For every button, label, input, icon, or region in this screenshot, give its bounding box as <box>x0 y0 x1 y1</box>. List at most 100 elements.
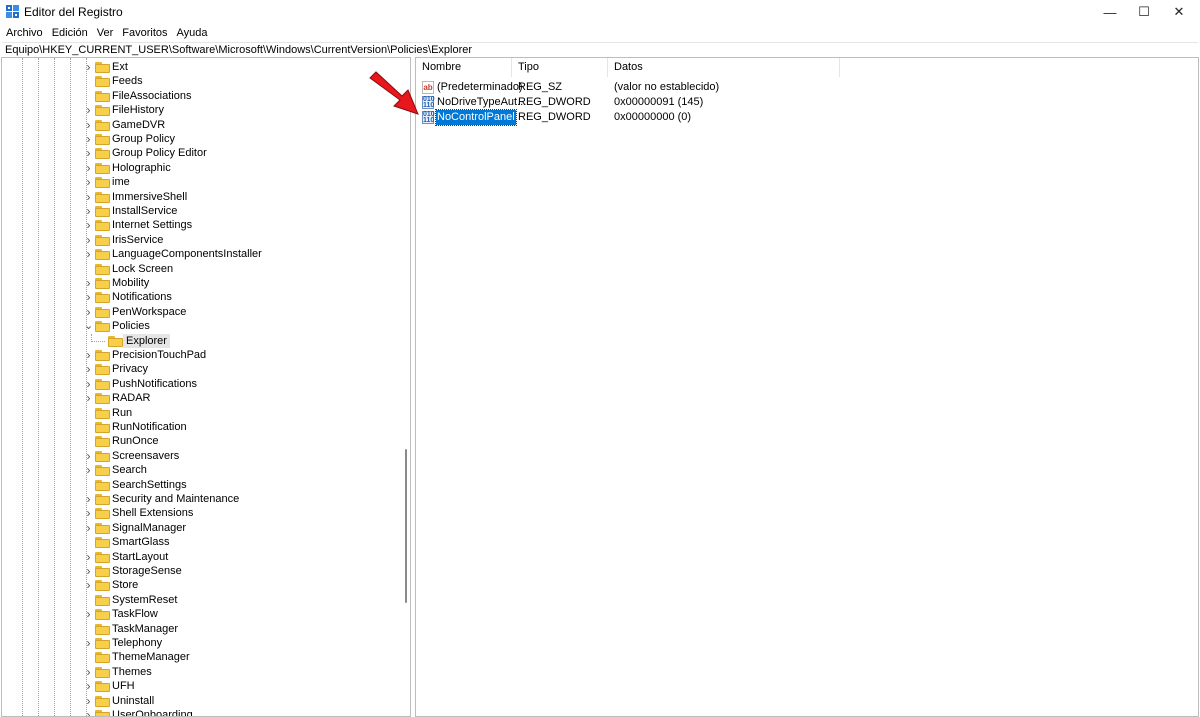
tree-item[interactable]: › IrisService <box>2 233 397 247</box>
tree-item-label: GameDVR <box>112 118 166 131</box>
tree-item[interactable]: › ime <box>2 175 397 189</box>
chevron-right-icon[interactable]: › <box>84 607 93 621</box>
chevron-right-icon[interactable]: › <box>84 175 93 189</box>
tree-item[interactable]: TaskManager <box>2 622 397 636</box>
menu-ayuda[interactable]: Ayuda <box>177 27 208 39</box>
chevron-right-icon[interactable]: › <box>84 290 93 304</box>
chevron-right-icon[interactable]: › <box>84 118 93 132</box>
tree-item[interactable]: SearchSettings <box>2 478 397 492</box>
tree-item[interactable]: › Privacy <box>2 362 397 376</box>
chevron-right-icon[interactable]: › <box>84 190 93 204</box>
chevron-right-icon[interactable]: › <box>84 247 93 261</box>
chevron-right-icon[interactable]: › <box>84 694 93 708</box>
value-row[interactable]: 010 110 NoDriveTypeAut... REG_DWORD 0x00… <box>416 95 916 110</box>
values-list-pane[interactable]: Nombre Tipo Datos ab (Predeterminado) RE… <box>415 57 1199 717</box>
tree-item[interactable]: SystemReset <box>2 593 397 607</box>
tree-item[interactable]: › Group Policy Editor <box>2 146 397 160</box>
tree-item[interactable]: › PushNotifications <box>2 377 397 391</box>
close-button[interactable]: ✕ <box>1157 0 1200 24</box>
tree-item[interactable]: › Store <box>2 578 397 592</box>
tree-item[interactable]: › Mobility <box>2 276 397 290</box>
chevron-right-icon[interactable]: › <box>84 377 93 391</box>
column-header-datos[interactable]: Datos <box>608 58 840 77</box>
tree-item[interactable]: SmartGlass <box>2 535 397 549</box>
tree-item[interactable]: › Telephony <box>2 636 397 650</box>
tree-item[interactable]: › Uninstall <box>2 694 397 708</box>
chevron-right-icon[interactable]: › <box>84 463 93 477</box>
tree-item[interactable]: › Screensavers <box>2 449 397 463</box>
tree-item[interactable]: FileAssociations <box>2 89 397 103</box>
tree-item[interactable]: › ImmersiveShell <box>2 190 397 204</box>
chevron-right-icon[interactable]: › <box>84 708 93 716</box>
tree-item[interactable]: › RADAR <box>2 391 397 405</box>
chevron-right-icon[interactable]: › <box>84 449 93 463</box>
tree-item[interactable]: › Security and Maintenance <box>2 492 397 506</box>
tree-item[interactable]: RunOnce <box>2 434 397 448</box>
tree-item[interactable]: › GameDVR <box>2 118 397 132</box>
tree-item[interactable]: ⌄ Policies <box>2 319 397 333</box>
tree-item[interactable]: › UFH <box>2 679 397 693</box>
chevron-right-icon[interactable]: › <box>84 679 93 693</box>
tree-item[interactable]: › UserOnboarding <box>2 708 397 716</box>
chevron-right-icon[interactable]: › <box>84 550 93 564</box>
chevron-right-icon[interactable]: › <box>84 276 93 290</box>
address-bar[interactable]: Equipo\HKEY_CURRENT_USER\Software\Micros… <box>2 42 1198 56</box>
tree-item[interactable]: › StorageSense <box>2 564 397 578</box>
tree-item[interactable]: ThemeManager <box>2 650 397 664</box>
chevron-right-icon[interactable]: › <box>84 521 93 535</box>
folder-icon <box>95 436 110 448</box>
tree-item[interactable]: › Internet Settings <box>2 218 397 232</box>
tree-item[interactable]: RunNotification <box>2 420 397 434</box>
chevron-right-icon[interactable]: › <box>84 233 93 247</box>
chevron-right-icon[interactable]: › <box>84 146 93 160</box>
menu-favoritos[interactable]: Favoritos <box>122 27 167 39</box>
menu-edicion[interactable]: Edición <box>52 27 88 39</box>
folder-icon <box>95 594 110 606</box>
chevron-right-icon[interactable]: › <box>84 218 93 232</box>
chevron-right-icon[interactable]: › <box>84 636 93 650</box>
tree-item[interactable]: Run <box>2 406 397 420</box>
tree-item[interactable]: › Holographic <box>2 161 397 175</box>
tree-item-selected[interactable]: Explorer <box>2 333 397 348</box>
tree-item[interactable]: › SignalManager <box>2 521 397 535</box>
tree-item[interactable]: › Ext <box>2 60 397 74</box>
tree-item[interactable]: Lock Screen <box>2 262 397 276</box>
chevron-right-icon[interactable]: › <box>84 391 93 405</box>
tree-item[interactable]: › Shell Extensions <box>2 506 397 520</box>
key-tree-pane[interactable]: › Ext Feeds FileAssociations › FileHistory › Ga… <box>1 57 411 717</box>
chevron-right-icon[interactable]: › <box>84 492 93 506</box>
value-row[interactable]: ab (Predeterminado) REG_SZ (valor no est… <box>416 80 916 95</box>
column-header-nombre[interactable]: Nombre <box>416 58 512 77</box>
tree-item[interactable]: Feeds <box>2 74 397 88</box>
tree-item[interactable]: › Themes <box>2 665 397 679</box>
tree-item[interactable]: › InstallService <box>2 204 397 218</box>
chevron-right-icon[interactable]: › <box>84 506 93 520</box>
menu-ver[interactable]: Ver <box>97 27 114 39</box>
tree-scrollbar[interactable] <box>403 58 410 716</box>
chevron-right-icon[interactable]: › <box>84 161 93 175</box>
chevron-right-icon[interactable]: › <box>84 204 93 218</box>
chevron-right-icon[interactable]: › <box>84 564 93 578</box>
chevron-right-icon[interactable]: › <box>84 305 93 319</box>
tree-item[interactable]: › TaskFlow <box>2 607 397 621</box>
chevron-right-icon[interactable]: › <box>84 132 93 146</box>
tree-item[interactable]: › PrecisionTouchPad <box>2 348 397 362</box>
chevron-right-icon[interactable]: › <box>84 362 93 376</box>
tree-item[interactable]: › Notifications <box>2 290 397 304</box>
tree-item[interactable]: › PenWorkspace <box>2 305 397 319</box>
tree-item[interactable]: › FileHistory <box>2 103 397 117</box>
chevron-right-icon[interactable]: › <box>84 578 93 592</box>
column-header-tipo[interactable]: Tipo <box>512 58 608 77</box>
tree-item[interactable]: › LanguageComponentsInstaller <box>2 247 397 261</box>
value-row-selected[interactable]: 010 110 NoControlPanel REG_DWORD 0x00000… <box>416 109 916 126</box>
tree-item[interactable]: › Group Policy <box>2 132 397 146</box>
tree-item[interactable]: › Search <box>2 463 397 477</box>
menu-archivo[interactable]: Archivo <box>6 27 43 39</box>
tree-item[interactable]: › StartLayout <box>2 550 397 564</box>
chevron-right-icon[interactable]: › <box>84 103 93 117</box>
chevron-down-icon[interactable]: ⌄ <box>84 319 93 333</box>
tree-scroll-thumb[interactable] <box>405 449 407 603</box>
chevron-right-icon[interactable]: › <box>84 665 93 679</box>
chevron-right-icon[interactable]: › <box>84 348 93 362</box>
chevron-right-icon[interactable]: › <box>84 60 93 74</box>
